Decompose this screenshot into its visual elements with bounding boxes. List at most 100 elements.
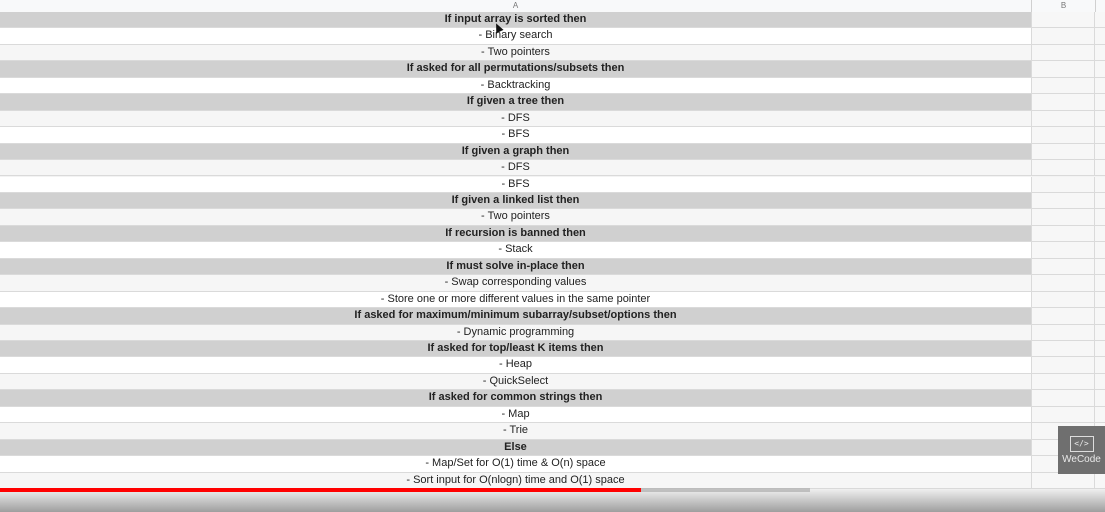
wecode-watermark[interactable]: </> WeCode [1058,426,1105,474]
cell-b[interactable] [1031,143,1094,160]
cell-a[interactable]: If given a tree then [0,94,1031,110]
cell-a[interactable]: - Map [0,406,1031,423]
technique-row: - BFS [0,127,1105,144]
technique-row: - Dynamic programming [0,324,1105,341]
cell-a[interactable]: - Heap [0,357,1031,373]
cell-a[interactable]: - Binary search [0,28,1031,44]
cell-c[interactable] [1094,341,1105,357]
watermark-label: WeCode [1062,454,1101,465]
cell-b[interactable] [1031,44,1094,61]
technique-row: - Map [0,406,1105,424]
cell-b[interactable] [1031,373,1094,390]
cell-c[interactable] [1094,225,1105,242]
cell-b[interactable] [1031,94,1094,110]
cell-b[interactable] [1031,390,1094,406]
cell-a[interactable]: If given a linked list then [0,192,1031,209]
cell-b[interactable] [1031,192,1094,209]
cell-c[interactable] [1094,160,1105,176]
cell-c[interactable] [1094,242,1105,258]
technique-row: - Stack [0,242,1105,259]
cell-a[interactable]: - Store one or more different values in … [0,291,1031,308]
cell-c[interactable] [1094,308,1105,324]
cell-a[interactable]: - Backtracking [0,77,1031,94]
cell-b[interactable] [1031,28,1094,44]
technique-row: - Binary search [0,28,1105,45]
cell-c[interactable] [1094,357,1105,373]
cell-a[interactable]: - Map/Set for O(1) time & O(n) space [0,456,1031,472]
cell-b[interactable] [1031,127,1094,143]
cell-c[interactable] [1094,472,1105,489]
cell-c[interactable] [1094,291,1105,308]
cell-c[interactable] [1094,406,1105,423]
cell-a[interactable]: If asked for maximum/minimum subarray/su… [0,308,1031,324]
cell-b[interactable] [1031,209,1094,225]
cell-a[interactable]: - Swap corresponding values [0,275,1031,291]
cell-a[interactable]: - DFS [0,160,1031,176]
cell-c[interactable] [1094,176,1105,192]
cell-b[interactable] [1031,160,1094,176]
cell-c[interactable] [1094,143,1105,160]
cell-a[interactable]: - BFS [0,176,1031,192]
cell-b[interactable] [1031,258,1094,275]
cell-c[interactable] [1094,324,1105,340]
cell-c[interactable] [1094,192,1105,209]
cell-a[interactable]: - Dynamic programming [0,324,1031,340]
cell-a[interactable]: If input array is sorted then [0,12,1031,28]
cell-a[interactable]: - Trie [0,423,1031,439]
cell-b[interactable] [1031,406,1094,423]
technique-row: - BFS [0,176,1105,193]
cell-a[interactable]: - Two pointers [0,44,1031,61]
cell-a[interactable]: - Two pointers [0,209,1031,225]
cell-a[interactable]: Else [0,439,1031,456]
cell-a[interactable]: If given a graph then [0,143,1031,160]
cell-a[interactable]: If recursion is banned then [0,225,1031,242]
cell-a[interactable]: - BFS [0,127,1031,143]
cell-c[interactable] [1094,61,1105,77]
cell-b[interactable] [1031,61,1094,77]
cell-a[interactable]: If asked for common strings then [0,390,1031,406]
technique-row: - Sort input for O(nlogn) time and O(1) … [0,472,1105,490]
cell-b[interactable] [1031,275,1094,291]
cell-c[interactable] [1094,373,1105,390]
technique-row: - QuickSelect [0,373,1105,391]
cell-a[interactable]: If must solve in-place then [0,258,1031,275]
cell-b[interactable] [1031,291,1094,308]
cell-c[interactable] [1094,77,1105,94]
condition-row: If given a linked list then [0,192,1105,210]
cell-b[interactable] [1031,357,1094,373]
cell-c[interactable] [1094,209,1105,225]
technique-row: - Store one or more different values in … [0,291,1105,309]
cell-a[interactable]: If asked for top/least K items then [0,341,1031,357]
cell-a[interactable]: - QuickSelect [0,373,1031,390]
cell-c[interactable] [1094,258,1105,275]
cell-a[interactable]: - DFS [0,110,1031,127]
condition-row: If given a graph then [0,143,1105,161]
video-progress-bar[interactable] [0,488,641,492]
condition-row: If asked for all permutations/subsets th… [0,61,1105,78]
cell-b[interactable] [1031,176,1094,192]
spreadsheet: A B If input array is sorted then - Binar… [0,0,1105,512]
cell-c[interactable] [1094,110,1105,127]
cell-b[interactable] [1031,308,1094,324]
cell-b[interactable] [1031,77,1094,94]
cell-b[interactable] [1031,324,1094,340]
cell-c[interactable] [1094,28,1105,44]
cell-c[interactable] [1094,94,1105,110]
cell-c[interactable] [1094,12,1105,28]
cell-b[interactable] [1031,242,1094,258]
cell-b[interactable] [1031,225,1094,242]
cell-b[interactable] [1031,472,1094,489]
cell-b[interactable] [1031,12,1094,28]
cell-c[interactable] [1094,44,1105,61]
cell-b[interactable] [1031,341,1094,357]
technique-row: - Trie [0,423,1105,440]
cell-c[interactable] [1094,127,1105,143]
cell-a[interactable]: - Sort input for O(nlogn) time and O(1) … [0,472,1031,489]
cell-c[interactable] [1094,390,1105,406]
cell-a[interactable]: If asked for all permutations/subsets th… [0,61,1031,77]
condition-row: If must solve in-place then [0,258,1105,276]
cell-c[interactable] [1094,275,1105,291]
cell-b[interactable] [1031,110,1094,127]
technique-row: - DFS [0,110,1105,128]
cell-a[interactable]: - Stack [0,242,1031,258]
